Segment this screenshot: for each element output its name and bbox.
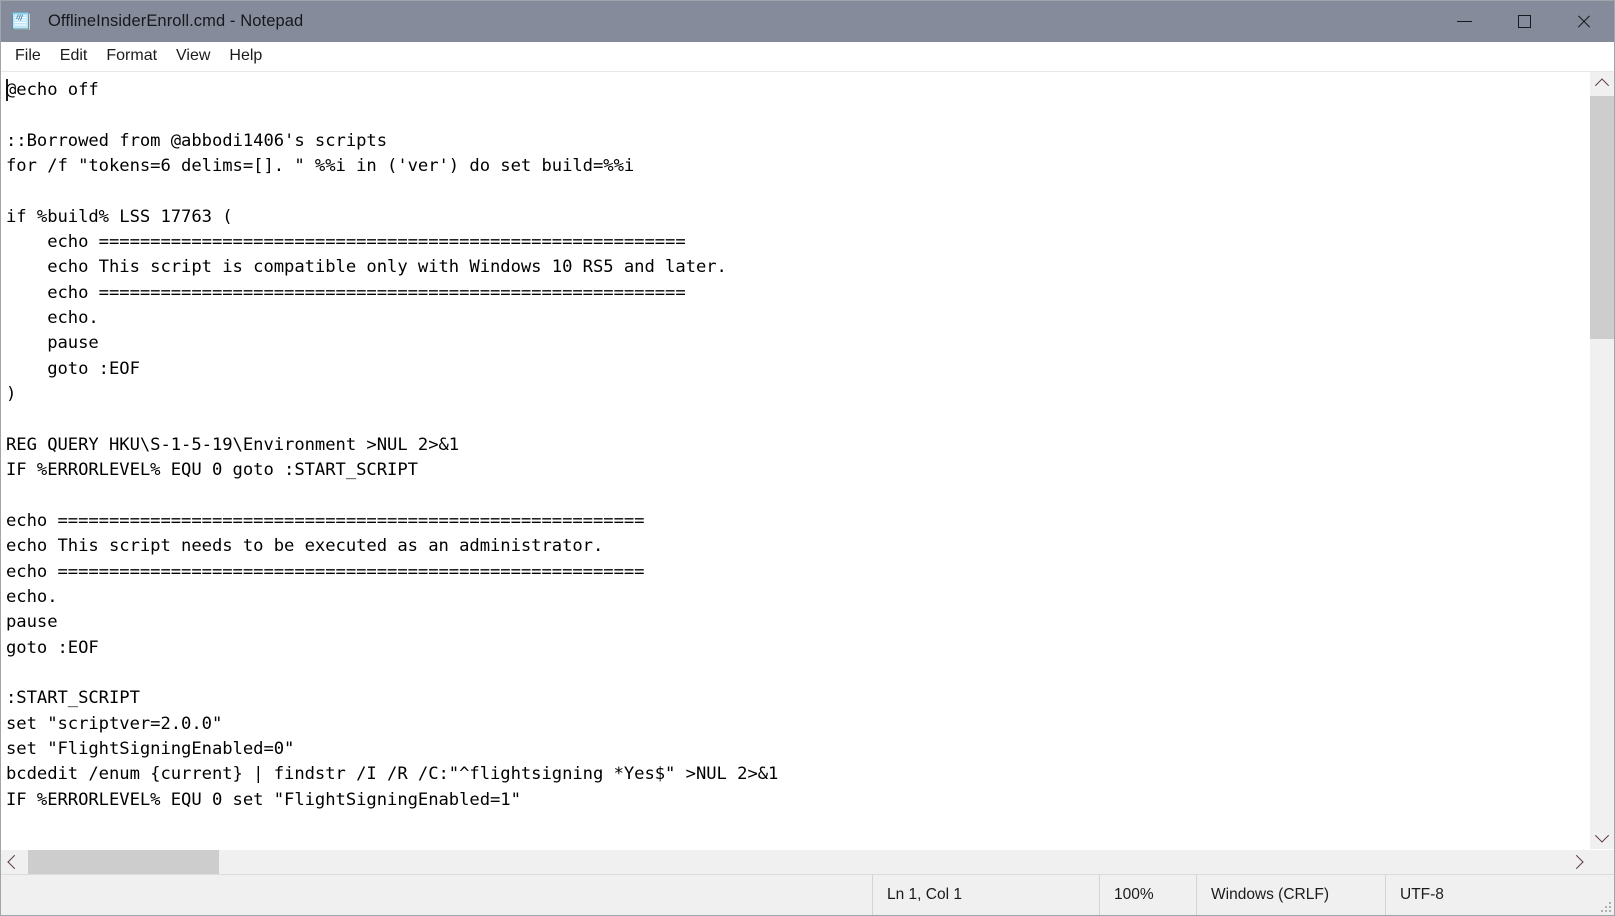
- title-bar-left: OfflineInsiderEnroll.cmd - Notepad: [1, 10, 1434, 34]
- editor-content[interactable]: @echo off ::Borrowed from @abbodi1406's …: [6, 78, 1589, 813]
- menu-item-help[interactable]: Help: [221, 44, 270, 69]
- vertical-scroll-thumb[interactable]: [1590, 96, 1614, 339]
- notepad-window: OfflineInsiderEnroll.cmd - Notepad File …: [0, 0, 1615, 916]
- vertical-scroll-track[interactable]: [1590, 96, 1614, 825]
- title-bar[interactable]: OfflineInsiderEnroll.cmd - Notepad: [1, 1, 1614, 42]
- text-editor[interactable]: @echo off ::Borrowed from @abbodi1406's …: [1, 72, 1589, 849]
- scroll-left-button[interactable]: [1, 850, 25, 874]
- chevron-down-icon: [1594, 828, 1610, 843]
- editor-area: @echo off ::Borrowed from @abbodi1406's …: [1, 72, 1614, 849]
- window-controls: [1434, 1, 1614, 42]
- menu-item-view[interactable]: View: [168, 44, 218, 69]
- chevron-up-icon: [1594, 78, 1610, 93]
- minimize-icon: [1456, 21, 1472, 22]
- status-zoom-level[interactable]: 100%: [1099, 875, 1196, 915]
- scroll-right-button[interactable]: [1566, 850, 1590, 874]
- chevron-right-icon: [1569, 854, 1584, 870]
- maximize-button[interactable]: [1494, 1, 1554, 42]
- menu-bar: File Edit Format View Help: [1, 42, 1614, 72]
- menu-item-format[interactable]: Format: [98, 44, 165, 69]
- vertical-scrollbar[interactable]: [1589, 72, 1614, 849]
- menu-item-file[interactable]: File: [7, 44, 49, 69]
- maximize-icon: [1517, 15, 1531, 28]
- horizontal-scroll-thumb[interactable]: [28, 850, 219, 874]
- horizontal-scroll-track[interactable]: [25, 850, 1566, 874]
- close-button[interactable]: [1554, 1, 1614, 42]
- resize-grip-icon[interactable]: [1599, 900, 1611, 912]
- scroll-down-button[interactable]: [1590, 825, 1614, 849]
- scrollbar-corner: [1590, 850, 1614, 874]
- close-icon: [1576, 14, 1592, 30]
- window-title: OfflineInsiderEnroll.cmd - Notepad: [48, 12, 304, 30]
- status-bar: Ln 1, Col 1 100% Windows (CRLF) UTF-8: [1, 874, 1614, 915]
- status-cursor-position: Ln 1, Col 1: [872, 875, 1099, 915]
- horizontal-scrollbar[interactable]: [1, 849, 1614, 874]
- notepad-icon: [10, 10, 34, 34]
- status-line-ending[interactable]: Windows (CRLF): [1196, 875, 1385, 915]
- minimize-button[interactable]: [1434, 1, 1494, 42]
- menu-item-edit[interactable]: Edit: [52, 44, 96, 69]
- status-encoding[interactable]: UTF-8: [1385, 875, 1614, 915]
- chevron-left-icon: [7, 854, 22, 870]
- scroll-up-button[interactable]: [1590, 72, 1614, 96]
